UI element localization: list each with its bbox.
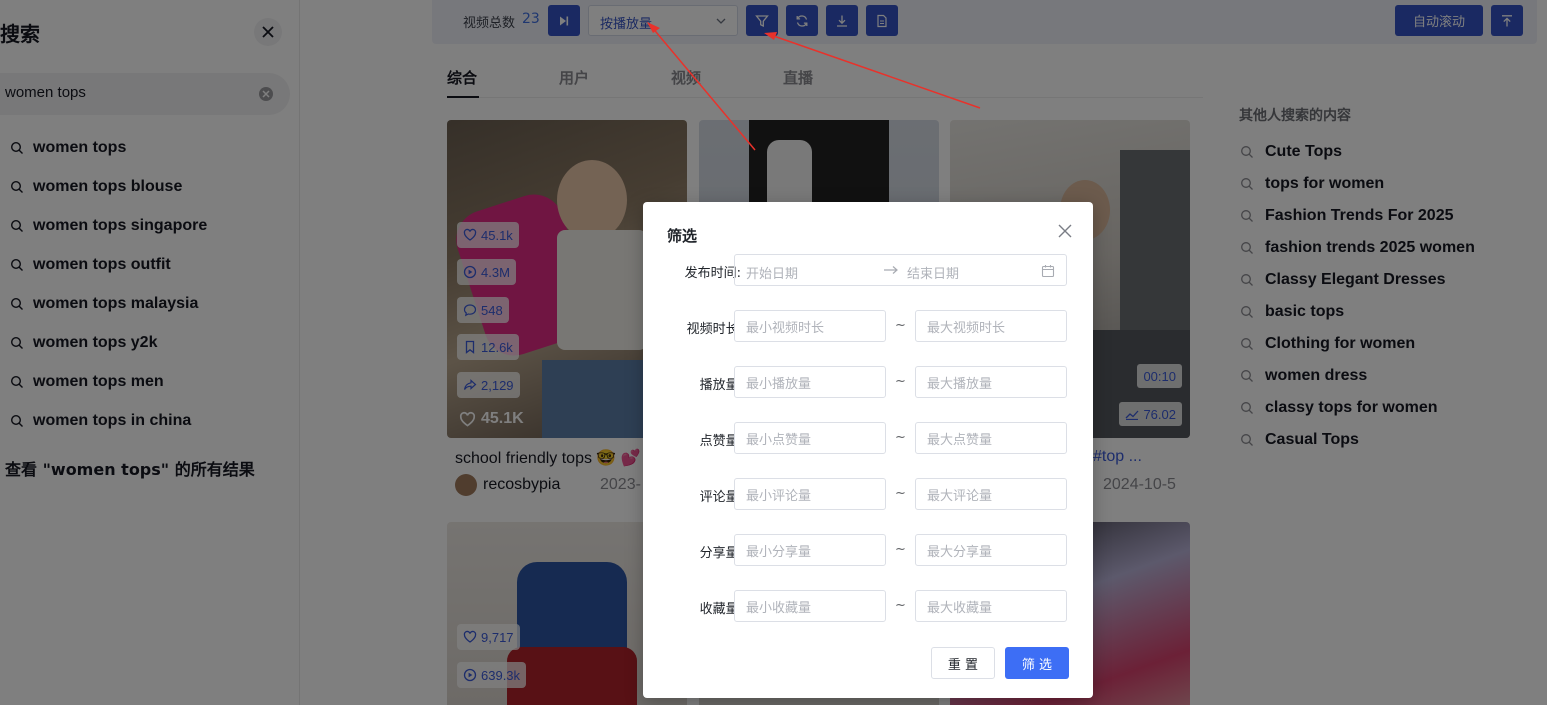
annotation-arrow — [650, 25, 756, 151]
annotation-arrow — [767, 33, 981, 109]
annotation-arrowhead — [764, 32, 777, 40]
annotation-arrowhead — [647, 22, 660, 33]
annotation-arrows — [647, 22, 981, 151]
